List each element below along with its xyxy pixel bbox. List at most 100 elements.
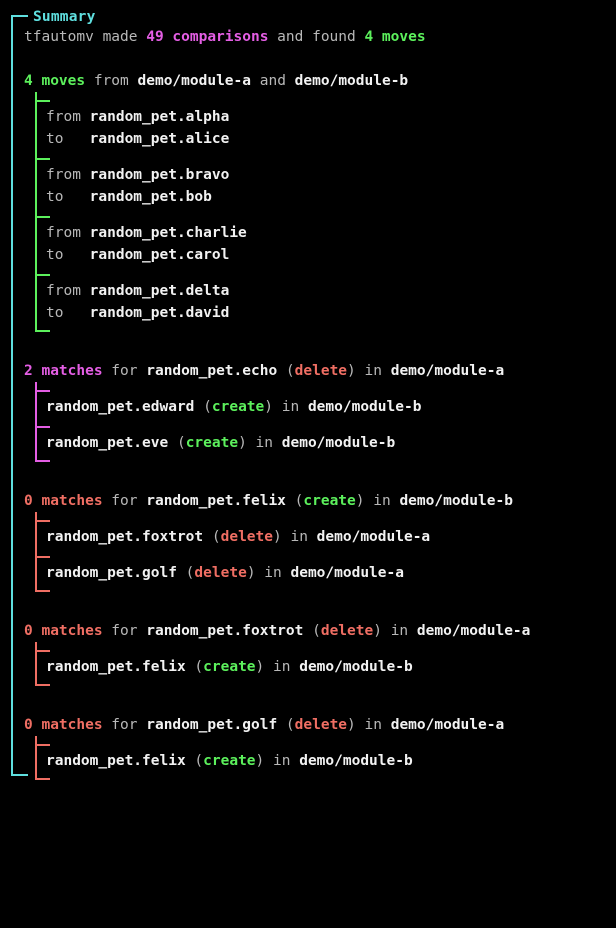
paren-open: ( bbox=[303, 623, 321, 639]
match-child-module: demo/module-a bbox=[316, 529, 431, 545]
moves-branch-tee bbox=[35, 158, 50, 160]
move-to-row: to random_pet.alice bbox=[46, 128, 616, 150]
move-to-row: to random_pet.carol bbox=[46, 244, 616, 266]
summary-box-border-left bbox=[11, 16, 13, 776]
match-child-row: random_pet.felix (create) in demo/module… bbox=[46, 750, 616, 772]
moves-branch-container: from random_pet.alpha to random_pet.alice… bbox=[24, 92, 616, 338]
match-branch-end bbox=[35, 460, 50, 462]
match-group: 0 matches for random_pet.felix (create) … bbox=[24, 490, 616, 598]
match-group: 2 matches for random_pet.echo (delete) i… bbox=[24, 360, 616, 468]
paren-close: ) bbox=[246, 565, 265, 581]
moves-branch-end bbox=[35, 330, 50, 332]
move-to-label: to bbox=[46, 247, 90, 263]
match-module: demo/module-b bbox=[399, 493, 513, 509]
match-module: demo/module-a bbox=[390, 717, 505, 733]
match-child-module: demo/module-b bbox=[299, 753, 413, 769]
match-child-row: random_pet.eve (create) in demo/module-b bbox=[46, 432, 616, 454]
paren-open: ( bbox=[277, 363, 295, 379]
match-group: 0 matches for random_pet.golf (delete) i… bbox=[24, 714, 616, 786]
move-to-value: random_pet.bob bbox=[89, 189, 212, 205]
summary-sentence: tfautomv made 49 comparisons and found 4… bbox=[24, 26, 616, 48]
sp1 bbox=[129, 73, 138, 89]
move-from-label: from bbox=[46, 283, 90, 299]
paren-open: ( bbox=[176, 565, 195, 581]
match-branch-end bbox=[35, 590, 50, 592]
move-from-value: random_pet.bravo bbox=[89, 167, 230, 183]
summary-box-header: Summary bbox=[0, 0, 616, 25]
sp3 bbox=[286, 73, 295, 89]
summary-box-border-bottom bbox=[11, 774, 28, 776]
match-count: 0 matches bbox=[24, 493, 103, 509]
moves-from-word: from bbox=[93, 73, 129, 89]
match-action: create bbox=[303, 493, 356, 509]
moves-branch-tee bbox=[35, 100, 50, 102]
move-to-value: random_pet.alice bbox=[89, 131, 230, 147]
match-child-in-word: in bbox=[264, 565, 291, 581]
move-to-value: random_pet.david bbox=[89, 305, 230, 321]
match-child-module: demo/module-a bbox=[290, 565, 404, 581]
match-child-action: create bbox=[203, 659, 256, 675]
move-to-row: to random_pet.david bbox=[46, 302, 616, 324]
match-child-resource: random_pet.felix bbox=[46, 659, 186, 675]
moves-branch-spine bbox=[35, 92, 37, 332]
match-for-word: for bbox=[102, 623, 147, 639]
match-module: demo/module-a bbox=[390, 363, 505, 379]
paren-open: ( bbox=[285, 493, 304, 509]
match-branch-tee bbox=[35, 744, 50, 746]
match-child-action: create bbox=[185, 435, 239, 451]
match-in-word: in bbox=[364, 363, 391, 379]
match-branch-end bbox=[35, 684, 50, 686]
paren-open: ( bbox=[194, 399, 212, 415]
summary-moves: 4 moves bbox=[364, 29, 426, 45]
match-in-word: in bbox=[364, 717, 391, 733]
match-count: 0 matches bbox=[24, 623, 103, 639]
move-to-label: to bbox=[46, 131, 90, 147]
match-child-in-word: in bbox=[290, 529, 317, 545]
match-group-header: 0 matches for random_pet.golf (delete) i… bbox=[24, 714, 616, 736]
match-resource: random_pet.foxtrot bbox=[146, 623, 304, 639]
match-resource: random_pet.felix bbox=[146, 493, 286, 509]
match-branch-spine bbox=[35, 736, 37, 780]
paren-close: ) bbox=[347, 717, 365, 733]
moves-count: 4 moves bbox=[24, 73, 86, 89]
match-child-module: demo/module-b bbox=[281, 435, 396, 451]
match-group: 0 matches for random_pet.foxtrot (delete… bbox=[24, 620, 616, 692]
match-child-resource: random_pet.golf bbox=[46, 565, 177, 581]
summary-box-border-top bbox=[11, 15, 28, 17]
match-child-action: delete bbox=[194, 565, 247, 581]
match-branch-container: random_pet.felix (create) in demo/module… bbox=[24, 642, 616, 692]
move-from-row: from random_pet.alpha bbox=[46, 106, 616, 128]
match-branch-container: random_pet.foxtrot (delete) in demo/modu… bbox=[24, 512, 616, 598]
summary-comparisons: 49 comparisons bbox=[146, 29, 269, 45]
paren-open: ( bbox=[168, 435, 186, 451]
paren-close: ) bbox=[347, 363, 365, 379]
paren-close: ) bbox=[238, 435, 256, 451]
match-in-word: in bbox=[373, 493, 400, 509]
moves-and-word: and bbox=[259, 73, 286, 89]
match-child-in-word: in bbox=[273, 659, 300, 675]
match-branch-tee bbox=[35, 556, 50, 558]
match-group-header: 2 matches for random_pet.echo (delete) i… bbox=[24, 360, 616, 382]
move-from-label: from bbox=[46, 167, 90, 183]
match-child-action: delete bbox=[220, 529, 273, 545]
match-child-row: random_pet.felix (create) in demo/module… bbox=[46, 656, 616, 678]
match-count: 0 matches bbox=[24, 717, 103, 733]
match-count: 2 matches bbox=[24, 363, 103, 379]
match-child-action: create bbox=[211, 399, 265, 415]
paren-open: ( bbox=[185, 753, 204, 769]
move-to-label: to bbox=[46, 305, 90, 321]
match-child-row: random_pet.edward (create) in demo/modul… bbox=[46, 396, 616, 418]
match-branch-tee bbox=[35, 520, 50, 522]
match-child-resource: random_pet.edward bbox=[46, 399, 195, 415]
move-from-row: from random_pet.bravo bbox=[46, 164, 616, 186]
summary-title: Summary bbox=[33, 9, 96, 25]
